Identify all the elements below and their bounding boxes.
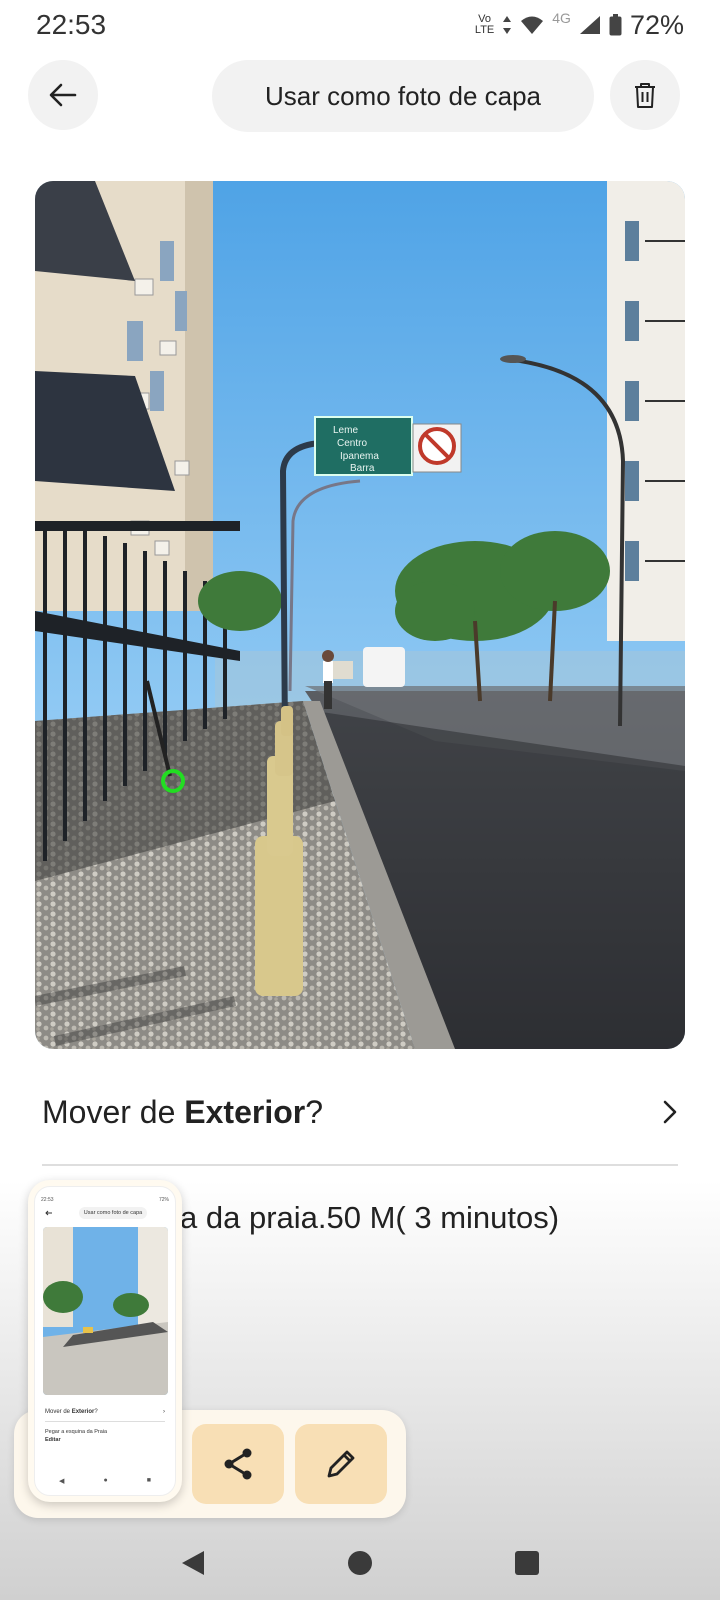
wifi-icon — [521, 16, 544, 34]
system-navigation-bar — [0, 1530, 720, 1600]
thumb-description: Pegar a esquina da Praia — [45, 1429, 108, 1435]
arrow-left-icon — [49, 83, 77, 107]
nav-back-button[interactable] — [180, 1549, 206, 1582]
volte-indicator: Vo LTE — [474, 13, 495, 36]
share-button[interactable] — [192, 1424, 284, 1504]
battery-level: 72% — [629, 9, 684, 40]
move-category-name: Exterior — [184, 1093, 306, 1130]
use-as-cover-button[interactable]: Usar como foto de capa — [212, 60, 594, 132]
thumb-photo — [43, 1227, 168, 1395]
sign-text-1: Leme — [333, 425, 358, 436]
status-icons: Vo LTE 4G 72% — [475, 10, 684, 41]
screenshot-preview-thumbnail[interactable]: 22:53 72% Usar como foto de capa Mover d… — [28, 1180, 182, 1502]
delete-button[interactable] — [610, 60, 680, 130]
move-category-text: Mover de Exterior? — [42, 1093, 324, 1130]
screenshot-preview-content: 22:53 72% Usar como foto de capa Mover d… — [34, 1186, 176, 1496]
share-icon — [224, 1448, 252, 1480]
photo-description: a da praia.50 M( 3 minutos) — [180, 1200, 560, 1235]
nav-home-button[interactable] — [347, 1550, 373, 1581]
chevron-right-icon — [663, 1100, 677, 1124]
home-circle-icon — [347, 1550, 372, 1575]
thumb-divider — [45, 1421, 165, 1422]
status-time: 22:53 — [36, 9, 107, 40]
thumb-edit-label: Editar — [45, 1437, 61, 1443]
data-arrows-icon — [503, 16, 512, 34]
edit-button[interactable] — [295, 1424, 387, 1504]
trash-icon — [635, 83, 655, 108]
nav-recents-button[interactable] — [514, 1550, 540, 1581]
street-scene-image: Leme Centro Ipanema Barra — [35, 181, 685, 1049]
signal-icon — [579, 16, 600, 34]
recents-square-icon — [514, 1550, 539, 1575]
divider — [42, 1164, 678, 1166]
move-category-row[interactable]: Mover de Exterior? — [42, 1092, 678, 1132]
thumb-move-row: Mover de Exterior? › — [45, 1409, 165, 1415]
back-button[interactable] — [28, 60, 98, 130]
sign-text-3: Ipanema — [340, 451, 379, 462]
battery-icon — [609, 14, 622, 36]
sign-text-2: Centro — [337, 438, 367, 449]
thumb-cover-button: Usar como foto de capa — [79, 1207, 147, 1219]
thumb-status: 22:53 72% — [41, 1197, 169, 1203]
pencil-icon — [327, 1450, 355, 1478]
thumb-nav: ◀ ● ■ — [59, 1477, 151, 1485]
network-type: 4G — [552, 9, 571, 26]
sign-text-4: Barra — [350, 463, 375, 474]
listing-photo[interactable]: Leme Centro Ipanema Barra — [35, 181, 685, 1049]
status-bar: 22:53 Vo LTE 4G 72% — [0, 0, 720, 50]
use-as-cover-label: Usar como foto de capa — [264, 80, 542, 111]
back-triangle-icon — [182, 1550, 205, 1575]
thumb-back-icon — [45, 1210, 52, 1216]
